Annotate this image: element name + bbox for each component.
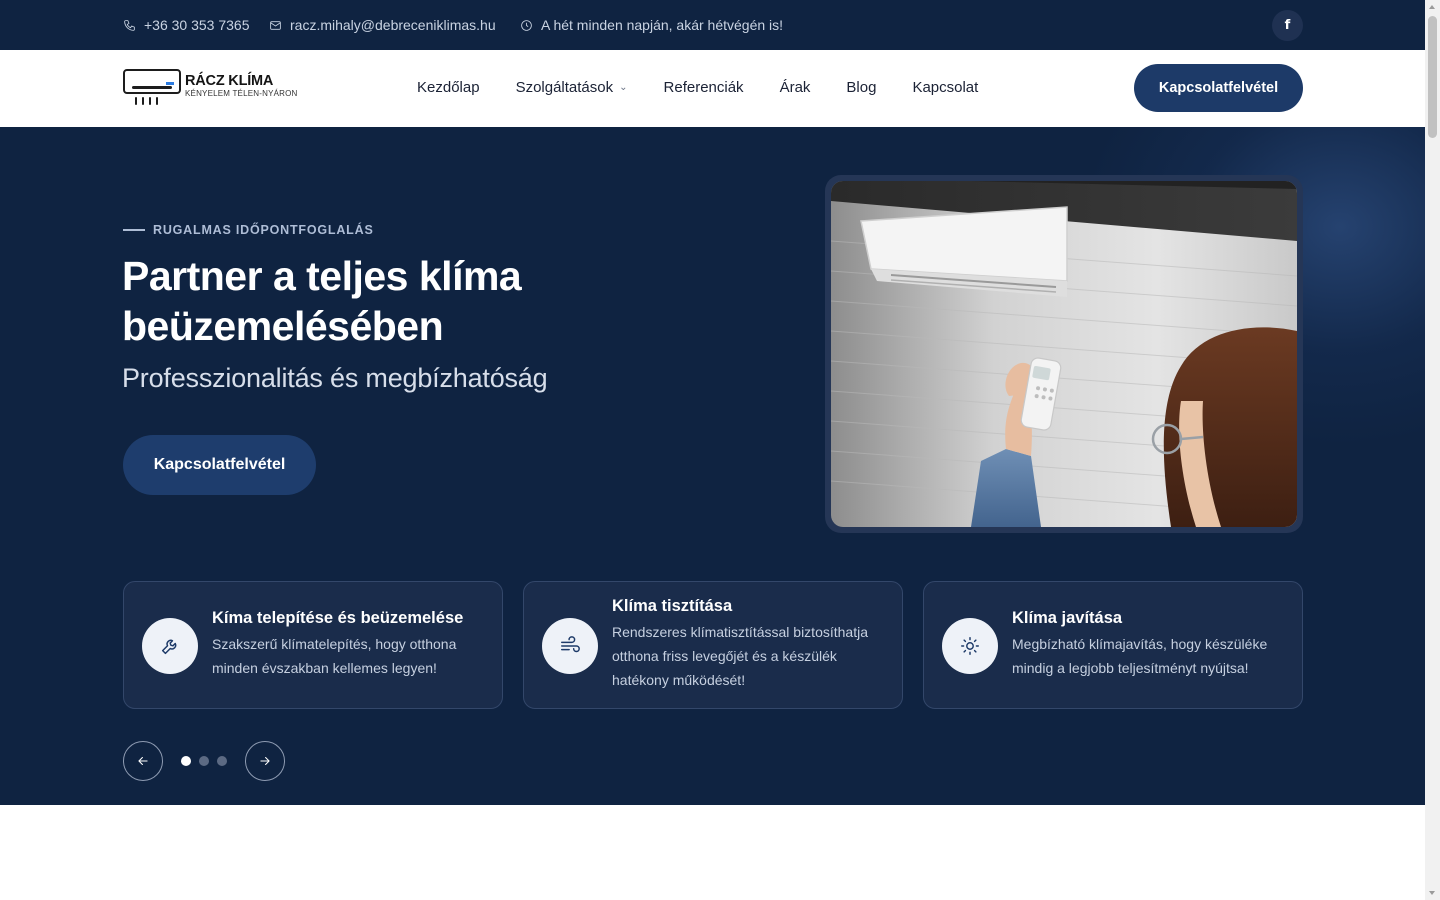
facebook-icon[interactable]: f — [1272, 10, 1303, 41]
sun-icon — [961, 637, 979, 655]
service-card-installation[interactable]: Kíma telepítése és beüzemelése Szakszerű… — [123, 581, 503, 709]
nav-item-prices[interactable]: Árak — [780, 79, 811, 96]
ac-unit-logo-icon — [123, 69, 181, 94]
email-link[interactable]: racz.mihaly@debreceniklimas.hu — [269, 16, 496, 34]
slider-dot[interactable] — [217, 756, 227, 766]
hero-eyebrow: RUGALMAS IDŐPONTFOGLALÁS — [123, 223, 374, 237]
phone-icon — [124, 19, 135, 31]
service-card-text: Szakszerű klímatelepítés, hogy otthona m… — [212, 636, 457, 676]
slider-dot[interactable] — [181, 756, 191, 766]
mail-icon — [270, 20, 281, 30]
top-bar: +36 30 353 7365 racz.mihaly@debrecenikli… — [0, 0, 1425, 50]
hero-photo — [831, 181, 1297, 527]
nav-item-services[interactable]: Szolgáltatások ⌄ — [516, 79, 628, 96]
hours-text: A hét minden napján, akár hétvégén is! — [541, 17, 784, 33]
main-nav: Kezdőlap Szolgáltatások ⌄ Referenciák Ára… — [417, 79, 978, 96]
wrench-icon — [161, 639, 177, 655]
slider-next-button[interactable] — [245, 741, 285, 781]
clock-icon — [521, 19, 532, 31]
service-card-title: Klíma javítása — [1012, 609, 1123, 627]
service-card-title: Klíma tisztítása — [612, 597, 733, 615]
hero-subtitle: Professzionalitás és megbízhatóság — [122, 363, 548, 393]
page-scrollbar[interactable] — [1425, 0, 1440, 900]
nav-item-contact[interactable]: Kapcsolat — [912, 79, 978, 96]
hero-image-frame — [825, 175, 1303, 533]
phone-link[interactable]: +36 30 353 7365 — [123, 16, 250, 34]
logo-brand: RÁCZ KLÍMA — [185, 73, 274, 89]
service-cards: Kíma telepítése és beüzemelése Szakszerű… — [123, 581, 1303, 709]
hero-section: RUGALMAS IDŐPONTFOGLALÁS Partner a telje… — [0, 127, 1425, 805]
slider-navigation — [123, 741, 293, 781]
scroll-up-icon[interactable] — [1429, 5, 1435, 9]
slider-prev-button[interactable] — [123, 741, 163, 781]
service-card-text: Megbízható klímajavítás, hogy készüléke … — [1012, 636, 1268, 676]
service-card-repair[interactable]: Klíma javítása Megbízható klímajavítás, … — [923, 581, 1303, 709]
logo[interactable]: RÁCZ KLÍMA KÉNYELEM TÉLEN-NYÁRON — [123, 69, 297, 107]
slider-dot[interactable] — [199, 756, 209, 766]
chevron-down-icon: ⌄ — [619, 82, 628, 93]
page: +36 30 353 7365 racz.mihaly@debrecenikli… — [0, 0, 1425, 900]
phone-number: +36 30 353 7365 — [144, 17, 250, 33]
logo-slogan: KÉNYELEM TÉLEN-NYÁRON — [185, 89, 298, 98]
wind-icon — [561, 636, 580, 653]
hero-title: Partner a teljes klíma beüzemelésében — [122, 253, 522, 349]
woman-with-remote-image — [831, 181, 1297, 527]
opening-hours: A hét minden napján, akár hétvégén is! — [520, 16, 783, 34]
header-contact-button[interactable]: Kapcsolatfelvétel — [1134, 64, 1303, 112]
service-card-text: Rendszeres klímatisztítással biztosíthat… — [612, 624, 868, 688]
nav-item-references[interactable]: Referenciák — [664, 79, 744, 96]
site-header: RÁCZ KLÍMA KÉNYELEM TÉLEN-NYÁRON Kezdőla… — [0, 50, 1425, 127]
scroll-down-icon[interactable] — [1429, 891, 1435, 895]
arrow-right-icon — [260, 756, 270, 766]
service-card-cleaning[interactable]: Klíma tisztítása Rendszeres klímatisztít… — [523, 581, 903, 709]
hero-contact-button[interactable]: Kapcsolatfelvétel — [123, 435, 316, 495]
email-address: racz.mihaly@debreceniklimas.hu — [290, 17, 496, 33]
scrollbar-thumb[interactable] — [1428, 16, 1437, 138]
arrow-left-icon — [138, 756, 148, 766]
service-card-title: Kíma telepítése és beüzemelése — [212, 609, 464, 627]
nav-item-blog[interactable]: Blog — [846, 79, 876, 96]
nav-item-home[interactable]: Kezdőlap — [417, 79, 480, 96]
